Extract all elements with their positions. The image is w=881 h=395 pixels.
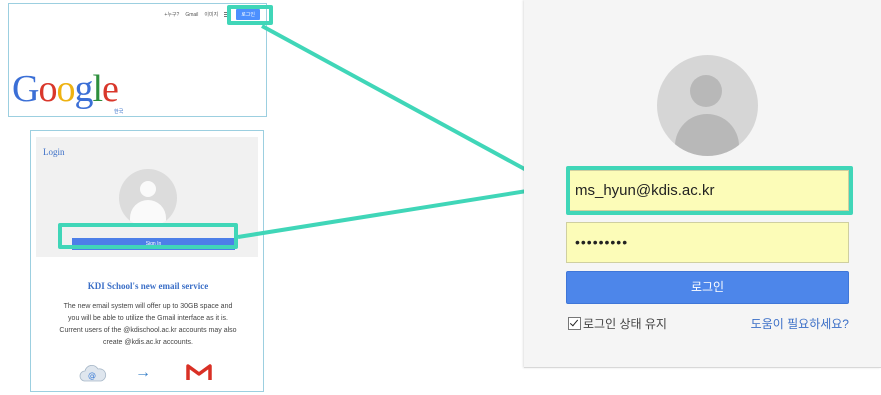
google-korea-label: 한국 — [114, 109, 124, 115]
help-link[interactable]: 도움이 필요하세요? — [751, 315, 849, 332]
svg-text:@: @ — [88, 371, 96, 380]
kdi-email-heading: KDI School's new email service — [87, 281, 209, 291]
login-button-highlight — [227, 5, 273, 25]
migration-icons: @ → — [79, 363, 219, 383]
sign-in-button-highlight — [58, 223, 238, 249]
topbar-link-gmail[interactable]: Gmail — [185, 12, 198, 18]
checkbox-icon[interactable] — [568, 317, 581, 330]
password-field[interactable]: ••••••••• — [566, 222, 849, 263]
connector-login-to-form — [261, 24, 556, 186]
gmail-icon — [186, 364, 212, 380]
cloud-mail-icon: @ — [79, 365, 107, 382]
kdi-email-description: The new email system will offer up to 30… — [59, 303, 237, 346]
stay-signed-in[interactable]: 로그인 상태 유지 — [568, 315, 667, 332]
topbar-link-images[interactable]: 이미지 — [204, 11, 218, 18]
avatar-icon — [119, 169, 177, 227]
email-field-highlight — [566, 166, 853, 215]
login-button[interactable]: 로그인 — [566, 271, 849, 304]
stay-signed-in-label: 로그인 상태 유지 — [583, 317, 667, 331]
user-avatar-icon — [657, 55, 758, 156]
connector-signin-to-form — [237, 183, 556, 239]
topbar-link-plus[interactable]: +누구? — [164, 11, 179, 18]
kdi-login-page-thumbnail: Login Sign In KDI School's new email ser… — [30, 130, 264, 392]
kdi-login-title: Login — [43, 147, 65, 157]
google-logo: Google — [12, 68, 119, 110]
arrow-right-icon: → — [135, 364, 151, 381]
